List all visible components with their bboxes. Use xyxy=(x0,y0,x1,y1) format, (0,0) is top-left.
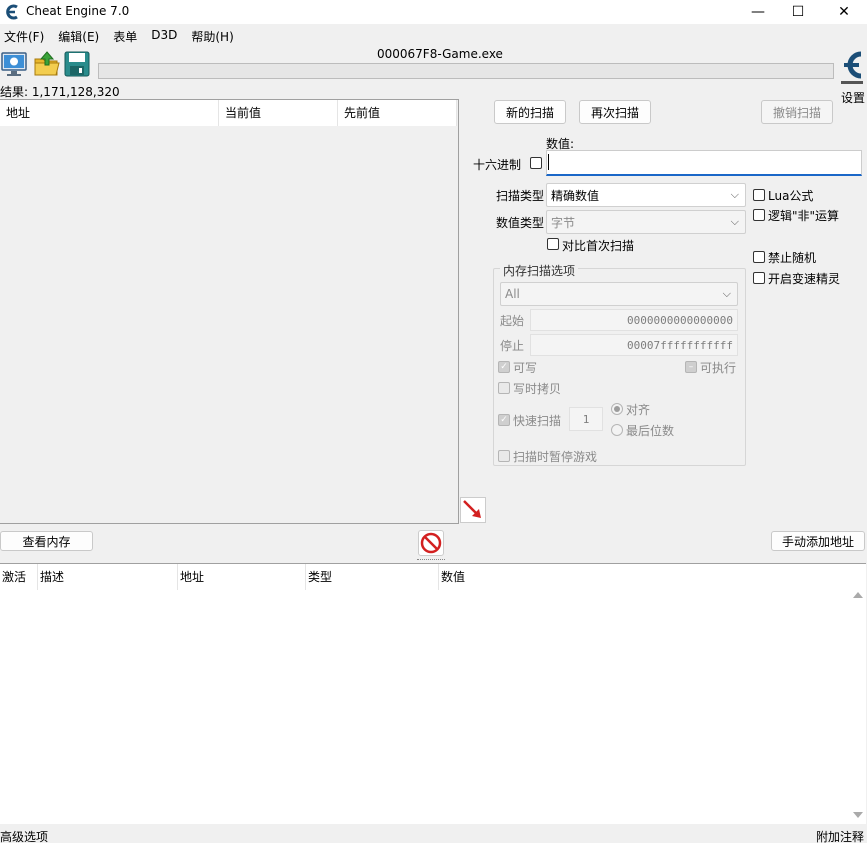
value-type-label: 数值类型 xyxy=(496,216,545,230)
column-value[interactable]: 数值 xyxy=(439,564,639,590)
lua-formula-checkbox[interactable] xyxy=(753,189,765,201)
chevron-down-icon: ⌵ xyxy=(730,215,739,228)
writable-checkbox[interactable]: ✓ xyxy=(498,361,510,373)
hex-checkbox[interactable] xyxy=(530,157,542,169)
scan-type-label: 扫描类型 xyxy=(496,189,545,203)
vertical-scrollbar[interactable] xyxy=(850,564,866,824)
speedhack-checkbox[interactable] xyxy=(753,272,765,284)
column-active[interactable]: 激活 xyxy=(0,564,38,590)
open-file-icon[interactable] xyxy=(33,50,61,78)
menu-table[interactable]: 表单 xyxy=(109,26,143,44)
compare-first-checkbox[interactable] xyxy=(547,238,559,250)
text-caret xyxy=(548,154,549,170)
alignment-label: 对齐 xyxy=(626,403,651,417)
copy-on-write-checkbox[interactable] xyxy=(498,382,510,394)
result-count: 结果: 1,171,128,320 xyxy=(0,85,120,99)
next-scan-button[interactable]: 再次扫描 xyxy=(579,100,651,124)
column-previous-value[interactable]: 先前值 xyxy=(338,100,457,126)
hex-label: 十六进制 xyxy=(473,158,522,172)
column-address[interactable]: 地址 xyxy=(0,100,219,126)
fast-scan-label: 快速扫描 xyxy=(513,414,562,428)
value-type-select[interactable]: 字节 ⌵ xyxy=(546,210,746,234)
cheat-engine-icon xyxy=(6,4,18,20)
fast-scan-checkbox[interactable]: ✓ xyxy=(498,414,510,426)
table-comments-link[interactable]: 附加注释 xyxy=(816,828,864,843)
scan-value-input[interactable] xyxy=(546,150,862,176)
column-description[interactable]: 描述 xyxy=(38,564,178,590)
clear-list-button[interactable] xyxy=(418,530,444,556)
no-entry-icon xyxy=(420,532,442,554)
pause-game-checkbox[interactable] xyxy=(498,450,510,462)
address-list-header: 激活 描述 地址 类型 数值 xyxy=(0,564,848,590)
menu-help[interactable]: 帮助(H) xyxy=(187,26,239,44)
value-type-value: 字节 xyxy=(551,215,576,230)
chevron-down-icon: ⌵ xyxy=(730,188,739,201)
scroll-up-icon[interactable] xyxy=(853,592,863,598)
status-bar: 高级选项 附加注释 xyxy=(0,825,867,843)
advanced-options-link[interactable]: 高级选项 xyxy=(0,828,48,843)
cheat-engine-logo-icon[interactable] xyxy=(838,48,866,86)
window-title: Cheat Engine 7.0 xyxy=(26,4,130,18)
undo-scan-button[interactable]: 撤销扫描 xyxy=(761,100,833,124)
stop-label: 停止 xyxy=(500,339,525,353)
menu-edit[interactable]: 编辑(E) xyxy=(54,26,105,44)
scan-type-value: 精确数值 xyxy=(551,188,600,203)
writable-label: 可写 xyxy=(513,361,538,375)
start-label: 起始 xyxy=(500,314,525,328)
process-name: 000067F8-Game.exe xyxy=(377,47,503,61)
speedhack-label: 开启变速精灵 xyxy=(768,272,841,286)
new-scan-button[interactable]: 新的扫描 xyxy=(494,100,566,124)
close-button[interactable]: ✕ xyxy=(824,0,864,24)
start-address-field[interactable]: 0000000000000000 xyxy=(530,309,738,331)
address-list[interactable]: 激活 描述 地址 类型 数值 xyxy=(0,563,866,824)
scan-result-list[interactable]: 地址 当前值 先前值 xyxy=(0,99,459,524)
fast-scan-alignment-field[interactable]: 1 xyxy=(569,407,603,431)
not-operator-checkbox[interactable] xyxy=(753,209,765,221)
add-address-manually-button[interactable]: 手动添加地址 xyxy=(771,531,865,551)
disable-random-checkbox[interactable] xyxy=(753,251,765,263)
copy-on-write-label: 写时拷贝 xyxy=(513,382,562,396)
column-type[interactable]: 类型 xyxy=(306,564,439,590)
scan-type-select[interactable]: 精确数值 ⌵ xyxy=(546,183,746,207)
stop-address-field[interactable]: 00007fffffffffff xyxy=(530,334,738,356)
menu-bar: 文件(F) 编辑(E) 表单 D3D 帮助(H) xyxy=(0,26,867,44)
minimize-button[interactable]: — xyxy=(738,0,778,24)
compare-first-label: 对比首次扫描 xyxy=(562,239,635,253)
column-current-value[interactable]: 当前值 xyxy=(219,100,338,126)
settings-link[interactable]: 设置 xyxy=(841,89,865,106)
chevron-down-icon: ⌵ xyxy=(722,287,731,300)
disable-random-label: 禁止随机 xyxy=(768,251,817,265)
add-to-list-button[interactable] xyxy=(460,497,486,523)
scan-progress-bar xyxy=(98,63,834,79)
menu-file[interactable]: 文件(F) xyxy=(0,26,50,44)
memory-region-value: All xyxy=(505,287,520,301)
scroll-down-icon[interactable] xyxy=(853,812,863,818)
maximize-button[interactable]: ☐ xyxy=(778,0,818,24)
not-operator-label: 逻辑"非"运算 xyxy=(768,209,840,223)
last-digits-radio[interactable] xyxy=(611,424,623,436)
open-process-icon[interactable] xyxy=(0,50,28,78)
menu-d3d[interactable]: D3D xyxy=(147,26,183,44)
alignment-radio[interactable] xyxy=(611,403,623,415)
executable-checkbox[interactable]: – xyxy=(685,361,697,373)
save-icon[interactable] xyxy=(63,50,91,78)
memory-view-button[interactable]: 查看内存 xyxy=(0,531,93,551)
pause-game-label: 扫描时暂停游戏 xyxy=(513,450,598,464)
executable-label: 可执行 xyxy=(700,361,737,375)
memory-region-select[interactable]: All ⌵ xyxy=(500,282,738,306)
last-digits-label: 最后位数 xyxy=(626,424,675,438)
lua-formula-label: Lua公式 xyxy=(768,189,814,203)
scan-list-header: 地址 当前值 先前值 xyxy=(0,100,457,126)
title-bar xyxy=(0,0,867,24)
red-arrow-icon xyxy=(463,500,481,518)
memory-scan-options-title: 内存扫描选项 xyxy=(500,262,579,279)
column-address[interactable]: 地址 xyxy=(178,564,306,590)
